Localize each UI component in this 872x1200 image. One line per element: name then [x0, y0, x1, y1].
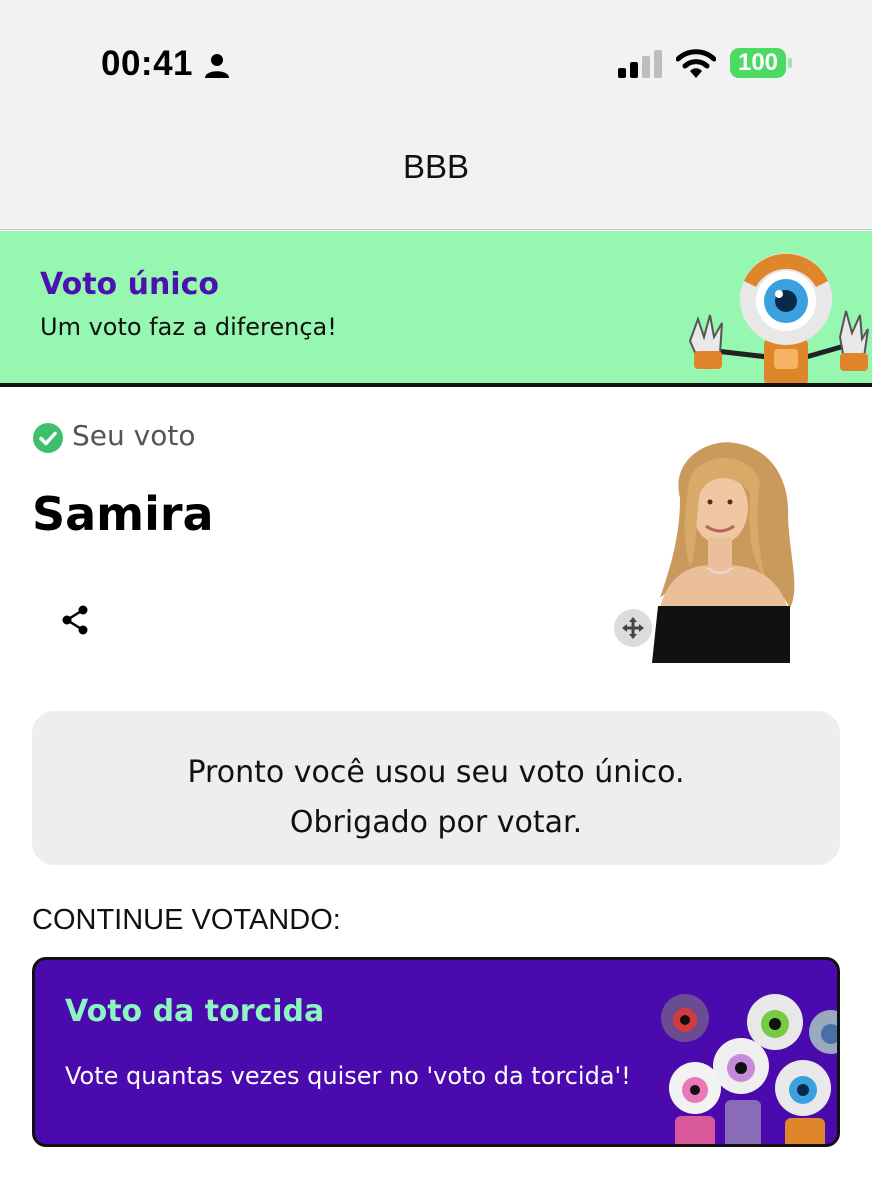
confirmation-text: Pronto você usou seu voto único.: [187, 755, 685, 790]
vote-confirmation-box: Pronto você usou seu voto único. Obrigad…: [32, 711, 840, 865]
share-icon[interactable]: [60, 604, 90, 636]
banner-subtitle: Um voto faz a diferença!: [40, 313, 337, 341]
fan-vote-title: Voto da torcida: [65, 994, 325, 1029]
eye-mascot-image: [688, 253, 869, 383]
battery-icon: 100: [730, 48, 792, 78]
person-icon: [205, 54, 229, 78]
candidate-photo: [652, 442, 795, 663]
battery-level: 100: [730, 48, 786, 78]
fan-vote-card[interactable]: Voto da torcida Vote quantas vezes quise…: [32, 957, 840, 1147]
move-icon[interactable]: [613, 608, 653, 648]
page-title: BBB: [402, 148, 470, 185]
signal-icon: [618, 50, 662, 78]
your-vote-label: Seu voto: [72, 419, 196, 452]
top-bar: 00:41 100 BBB: [0, 0, 872, 230]
check-circle-icon: [33, 423, 63, 453]
fan-vote-subtitle: Vote quantas vezes quiser no 'voto da to…: [65, 1062, 631, 1090]
candidate-name: Samira: [32, 487, 214, 541]
continue-voting-heading: CONTINUE VOTANDO:: [32, 904, 341, 936]
banner-title: Voto único: [40, 267, 219, 302]
thanks-text: Obrigado por votar.: [289, 805, 583, 840]
status-time: 00:41: [101, 44, 194, 83]
single-vote-banner: Voto único Um voto faz a diferença!: [0, 231, 872, 387]
eye-mascots-group-image: [661, 994, 837, 1144]
wifi-icon: [676, 49, 716, 78]
